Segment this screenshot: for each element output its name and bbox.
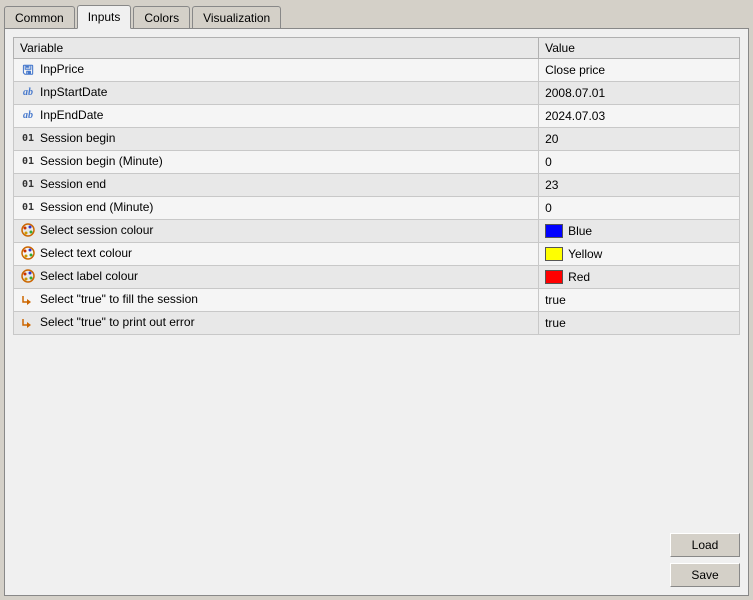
variable-name: Select "true" to fill the session: [40, 292, 198, 306]
table-row[interactable]: Select text colour Yellow: [14, 243, 740, 266]
table-row[interactable]: ab InpStartDate 2008.07.01: [14, 82, 740, 105]
color-value-text: Red: [568, 270, 590, 284]
01-icon: 01: [20, 200, 36, 216]
value-cell: Yellow: [539, 243, 740, 266]
table-row[interactable]: ab InpEndDate 2024.07.03: [14, 105, 740, 128]
variable-name: InpStartDate: [40, 85, 107, 99]
variable-name: Session begin (Minute): [40, 154, 163, 168]
table-row[interactable]: Select session colour Blue: [14, 220, 740, 243]
value-cell: Red: [539, 266, 740, 289]
value-cell: 0: [539, 197, 740, 220]
buttons-area: Load Save: [670, 533, 740, 587]
variable-name: Select text colour: [40, 246, 132, 260]
table-row[interactable]: 🖫 InpPrice Close price: [14, 59, 740, 82]
disk-icon: 🖫: [20, 62, 36, 78]
variable-name: InpEndDate: [40, 108, 103, 122]
value-cell: Blue: [539, 220, 740, 243]
main-window: Common Inputs Colors Visualization Varia…: [0, 0, 753, 600]
variable-name: Session begin: [40, 131, 115, 145]
color-value-text: Yellow: [568, 247, 602, 261]
variable-name: Select label colour: [40, 269, 138, 283]
color-swatch: [545, 224, 563, 238]
value-cell: 20: [539, 128, 740, 151]
variable-cell: 01 Session begin: [14, 128, 539, 151]
variable-name: Select session colour: [40, 223, 153, 237]
col-header-variable: Variable: [14, 38, 539, 59]
load-button[interactable]: Load: [670, 533, 740, 557]
variable-cell: ab InpStartDate: [14, 82, 539, 105]
tab-inputs[interactable]: Inputs: [77, 5, 132, 29]
variable-cell: Select "true" to print out error: [14, 312, 539, 335]
variable-cell: 01 Session begin (Minute): [14, 151, 539, 174]
content-area: Variable Value 🖫 InpPrice Close price ab Inp…: [4, 28, 749, 596]
variable-name: InpPrice: [40, 62, 84, 76]
variable-cell: 🖫 InpPrice: [14, 59, 539, 82]
variable-cell: 01 Session end: [14, 174, 539, 197]
value-cell: true: [539, 312, 740, 335]
table-row[interactable]: 01 Session begin (Minute) 0: [14, 151, 740, 174]
color-value-text: Blue: [568, 224, 592, 238]
color-icon: [20, 269, 36, 285]
01-icon: 01: [20, 177, 36, 193]
table-row[interactable]: 01 Session begin 20: [14, 128, 740, 151]
variable-cell: Select label colour: [14, 266, 539, 289]
table-row[interactable]: 01 Session end 23: [14, 174, 740, 197]
value-cell: 23: [539, 174, 740, 197]
value-cell: Close price: [539, 59, 740, 82]
arrow-icon: [20, 292, 36, 308]
table-row[interactable]: Select label colour Red: [14, 266, 740, 289]
variables-table: Variable Value 🖫 InpPrice Close price ab Inp…: [13, 37, 740, 335]
tab-common[interactable]: Common: [4, 6, 75, 29]
color-swatch: [545, 270, 563, 284]
col-header-value: Value: [539, 38, 740, 59]
table-row[interactable]: Select "true" to fill the session true: [14, 289, 740, 312]
value-cell: 2008.07.01: [539, 82, 740, 105]
tab-visualization[interactable]: Visualization: [192, 6, 281, 29]
table-row[interactable]: Select "true" to print out error true: [14, 312, 740, 335]
color-swatch: [545, 247, 563, 261]
variable-cell: ab InpEndDate: [14, 105, 539, 128]
variable-cell: 01 Session end (Minute): [14, 197, 539, 220]
tab-colors[interactable]: Colors: [133, 6, 190, 29]
value-cell: true: [539, 289, 740, 312]
ab-icon: ab: [20, 108, 36, 124]
color-icon: [20, 246, 36, 262]
variable-name: Select "true" to print out error: [40, 315, 195, 329]
ab-icon: ab: [20, 85, 36, 101]
variable-cell: Select session colour: [14, 220, 539, 243]
variable-name: Session end: [40, 177, 106, 191]
tab-bar: Common Inputs Colors Visualization: [0, 0, 753, 28]
table-row[interactable]: 01 Session end (Minute) 0: [14, 197, 740, 220]
arrow-icon: [20, 315, 36, 331]
value-cell: 2024.07.03: [539, 105, 740, 128]
01-icon: 01: [20, 131, 36, 147]
color-icon: [20, 223, 36, 239]
variable-cell: Select text colour: [14, 243, 539, 266]
value-cell: 0: [539, 151, 740, 174]
01-icon: 01: [20, 154, 36, 170]
variable-name: Session end (Minute): [40, 200, 153, 214]
save-button[interactable]: Save: [670, 563, 740, 587]
variable-cell: Select "true" to fill the session: [14, 289, 539, 312]
